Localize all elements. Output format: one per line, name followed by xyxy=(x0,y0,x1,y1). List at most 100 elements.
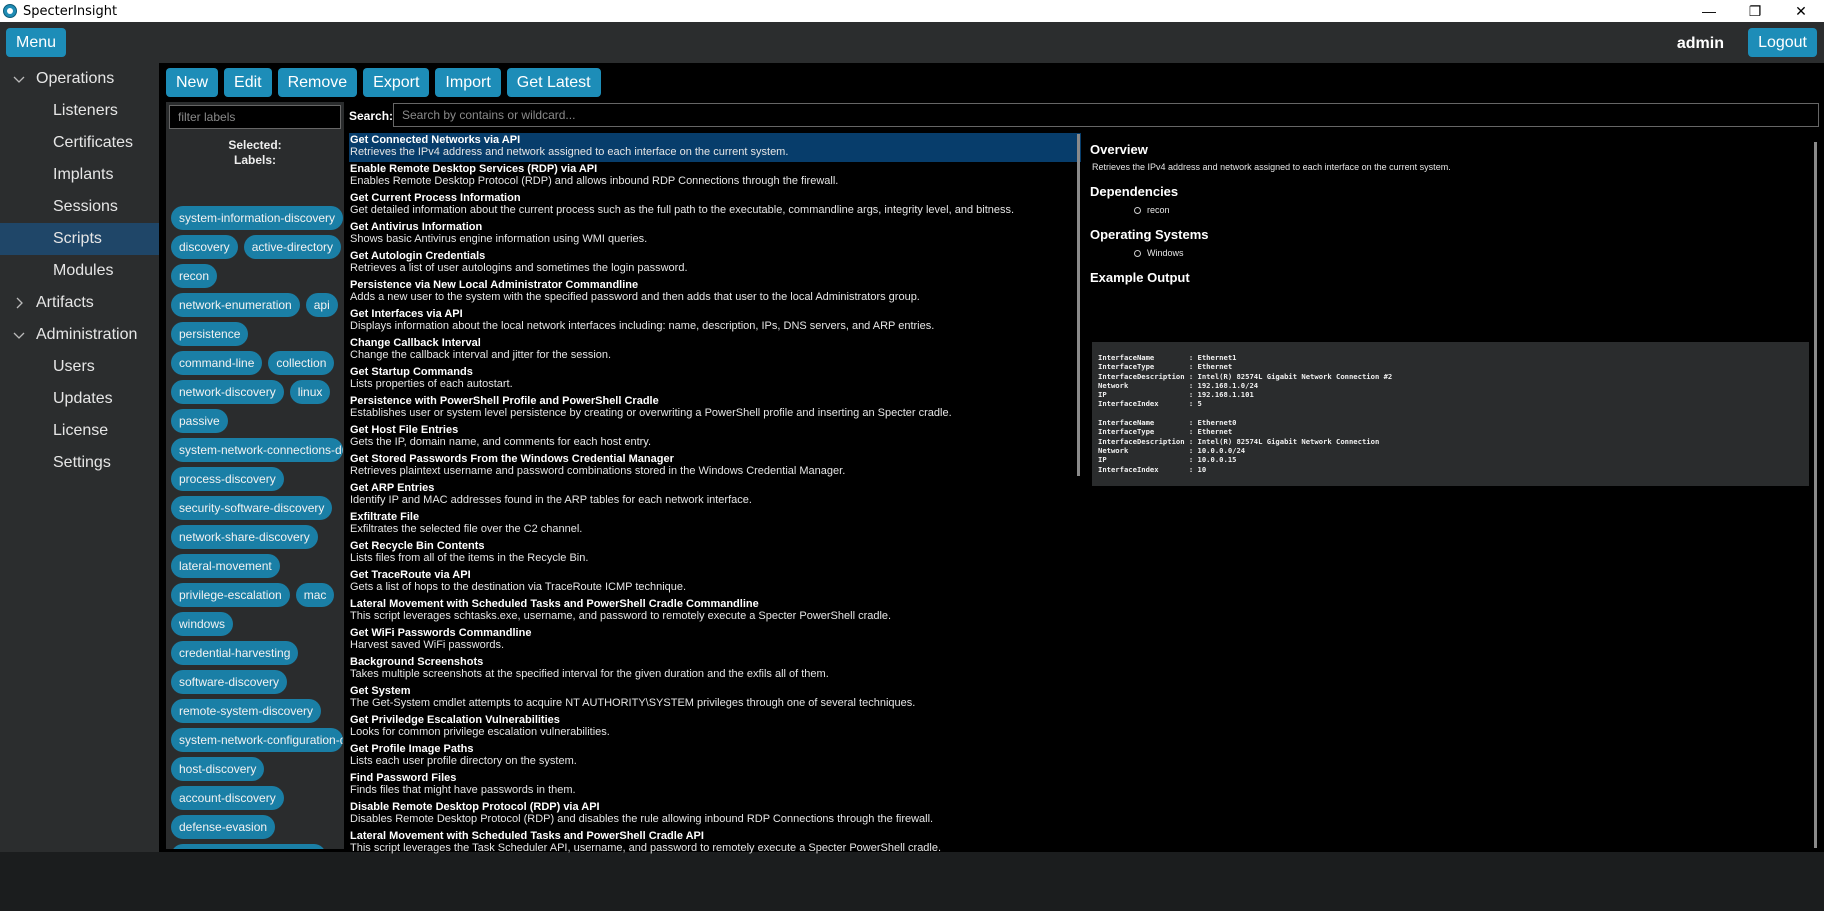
script-list-item[interactable]: Get Startup Commands Lists properties of … xyxy=(349,365,1081,394)
sidebar-item-label: Certificates xyxy=(53,134,134,151)
label-chip[interactable]: passive xyxy=(171,409,228,433)
script-list-item[interactable]: Find Password Files Finds files that migh… xyxy=(349,771,1081,800)
sidebar-item-listeners[interactable]: Listeners xyxy=(0,95,159,127)
logout-button[interactable]: Logout xyxy=(1748,28,1817,57)
chevron-right-icon xyxy=(12,296,26,310)
label-chip[interactable]: security-software-discovery xyxy=(171,496,333,520)
search-input[interactable] xyxy=(393,103,1819,127)
label-chip[interactable]: system-network-configuration-di xyxy=(171,728,343,752)
sidebar-item-scripts[interactable]: Scripts xyxy=(0,223,159,255)
script-list-item[interactable]: Get WiFi Passwords Commandline Harvest sa… xyxy=(349,626,1081,655)
label-chip[interactable]: system-information-discovery xyxy=(171,206,343,230)
label-chip[interactable]: software-discovery xyxy=(171,670,288,694)
label-chip[interactable]: network-discovery xyxy=(171,380,284,404)
script-list-item[interactable]: Get Stored Passwords From the Windows Cr… xyxy=(349,452,1081,481)
script-name: Get System xyxy=(350,685,411,697)
script-list-item[interactable]: Get Current Process Information Get detai… xyxy=(349,191,1081,220)
script-description: Lists properties of each autostart. xyxy=(350,378,513,390)
label-chip[interactable]: linux xyxy=(289,380,331,404)
script-list-item[interactable]: Enable Remote Desktop Services (RDP) via… xyxy=(349,162,1081,191)
label-chip[interactable]: active-directory xyxy=(243,235,342,259)
label-chip[interactable]: account-discovery xyxy=(171,786,284,810)
detail-scrollbar[interactable] xyxy=(1814,142,1817,848)
script-list-item[interactable]: Get Recycle Bin Contents Lists files from… xyxy=(349,539,1081,568)
sidebar-item-settings[interactable]: Settings xyxy=(0,447,159,479)
top-bar: Menu admin Logout xyxy=(0,22,1824,63)
script-list-item[interactable]: Get ARP Entries Identify IP and MAC addre… xyxy=(349,481,1081,510)
label-chip[interactable]: system-network-connections-dis xyxy=(171,438,343,462)
script-name: Get Connected Networks via API xyxy=(350,134,521,146)
label-chip[interactable]: recon xyxy=(171,264,218,288)
script-name: Get TraceRoute via API xyxy=(350,569,471,581)
new-button[interactable]: New xyxy=(166,68,219,97)
script-list-item[interactable]: Get Antivirus Information Shows basic Ant… xyxy=(349,220,1081,249)
script-list-item[interactable]: Get Priviledge Escalation Vulnerabilitie… xyxy=(349,713,1081,742)
label-chip[interactable]: collection xyxy=(268,351,335,375)
sidebar-item-updates[interactable]: Updates xyxy=(0,383,159,415)
script-list-item[interactable]: Get Connected Networks via API Retrieves … xyxy=(349,133,1081,162)
label-chip[interactable]: remote-system-discovery xyxy=(171,699,322,723)
script-list-item[interactable]: Lateral Movement with Scheduled Tasks an… xyxy=(349,597,1081,626)
label-chip[interactable]: network-share-discovery xyxy=(171,525,318,549)
main-content: New Edit Remove Export Import Get Latest… xyxy=(159,63,1824,854)
script-description: Lists files from all of the items in the… xyxy=(350,552,589,564)
selected-heading: Selected: xyxy=(228,138,282,152)
script-list-item[interactable]: Get TraceRoute via API Gets a list of hop… xyxy=(349,568,1081,597)
remove-button[interactable]: Remove xyxy=(277,68,358,97)
overview-heading: Overview xyxy=(1090,142,1148,157)
label-chip[interactable]: windows xyxy=(171,612,234,636)
label-chip[interactable]: network-enumeration xyxy=(171,293,300,317)
label-chip[interactable]: credential-harvesting xyxy=(171,641,299,665)
script-name: Enable Remote Desktop Services (RDP) via… xyxy=(350,163,598,175)
script-list-item[interactable]: Persistence with PowerShell Profile and … xyxy=(349,394,1081,423)
script-description: Gets a list of hops to the destination v… xyxy=(350,581,687,593)
sidebar-group-administration[interactable]: Administration xyxy=(0,319,159,351)
sidebar-item-sessions[interactable]: Sessions xyxy=(0,191,159,223)
label-chip[interactable]: network-service-discovery xyxy=(171,844,326,849)
script-description: Establishes user or system level persist… xyxy=(350,407,952,419)
dependency-label: recon xyxy=(1147,205,1170,215)
edit-button[interactable]: Edit xyxy=(224,68,272,97)
script-list-item[interactable]: Get System The Get-System cmdlet attempts… xyxy=(349,684,1081,713)
script-list-item[interactable]: Get Host File Entries Gets the IP, domain… xyxy=(349,423,1081,452)
sidebar-group-label: Artifacts xyxy=(36,294,94,311)
sidebar-group-operations[interactable]: Operations xyxy=(0,63,159,95)
script-list-scrollbar[interactable] xyxy=(1077,134,1080,476)
label-chip[interactable]: host-discovery xyxy=(171,757,265,781)
script-name: Lateral Movement with Scheduled Tasks an… xyxy=(350,598,759,610)
label-chip[interactable]: mac xyxy=(295,583,335,607)
label-chip[interactable]: lateral-movement xyxy=(171,554,280,578)
sidebar-item-users[interactable]: Users xyxy=(0,351,159,383)
minimize-icon[interactable]: — xyxy=(1686,0,1732,22)
script-list-item[interactable]: Get Interfaces via API Displays informati… xyxy=(349,307,1081,336)
label-chip[interactable]: command-line xyxy=(171,351,263,375)
label-chip[interactable]: discovery xyxy=(171,235,238,259)
script-list-item[interactable]: Get Profile Image Paths Lists each user p… xyxy=(349,742,1081,771)
restore-icon[interactable]: ❐ xyxy=(1732,0,1778,22)
labels-heading: Labels: xyxy=(233,153,276,167)
sidebar-item-implants[interactable]: Implants xyxy=(0,159,159,191)
filter-labels-input[interactable] xyxy=(169,105,341,129)
script-list-item[interactable]: Persistence via New Local Administrator … xyxy=(349,278,1081,307)
close-icon[interactable]: ✕ xyxy=(1778,0,1824,22)
label-chip[interactable]: defense-evasion xyxy=(171,815,276,839)
sidebar-item-certificates[interactable]: Certificates xyxy=(0,127,159,159)
menu-button[interactable]: Menu xyxy=(6,28,67,57)
get-latest-button[interactable]: Get Latest xyxy=(506,68,601,97)
script-list-item[interactable]: Lateral Movement with Scheduled Tasks an… xyxy=(349,829,1081,858)
label-chip[interactable]: privilege-escalation xyxy=(171,583,290,607)
sidebar-item-license[interactable]: License xyxy=(0,415,159,447)
script-list-item[interactable]: Disable Remote Desktop Protocol (RDP) vi… xyxy=(349,800,1081,829)
label-chip[interactable]: api xyxy=(305,293,338,317)
bullet-circle-icon xyxy=(1134,249,1141,257)
label-chip[interactable]: process-discovery xyxy=(171,467,284,491)
export-button[interactable]: Export xyxy=(363,68,430,97)
script-list-item[interactable]: Get Autologin Credentials Retrieves a lis… xyxy=(349,249,1081,278)
script-list-item[interactable]: Exfiltrate File Exfiltrates the selected … xyxy=(349,510,1081,539)
sidebar-item-modules[interactable]: Modules xyxy=(0,255,159,287)
label-chip[interactable]: persistence xyxy=(171,322,249,346)
script-list-item[interactable]: Change Callback Interval Change the callb… xyxy=(349,336,1081,365)
import-button[interactable]: Import xyxy=(435,68,501,97)
sidebar-group-artifacts[interactable]: Artifacts xyxy=(0,287,159,319)
script-list-item[interactable]: Background Screenshots Takes multiple scr… xyxy=(349,655,1081,684)
